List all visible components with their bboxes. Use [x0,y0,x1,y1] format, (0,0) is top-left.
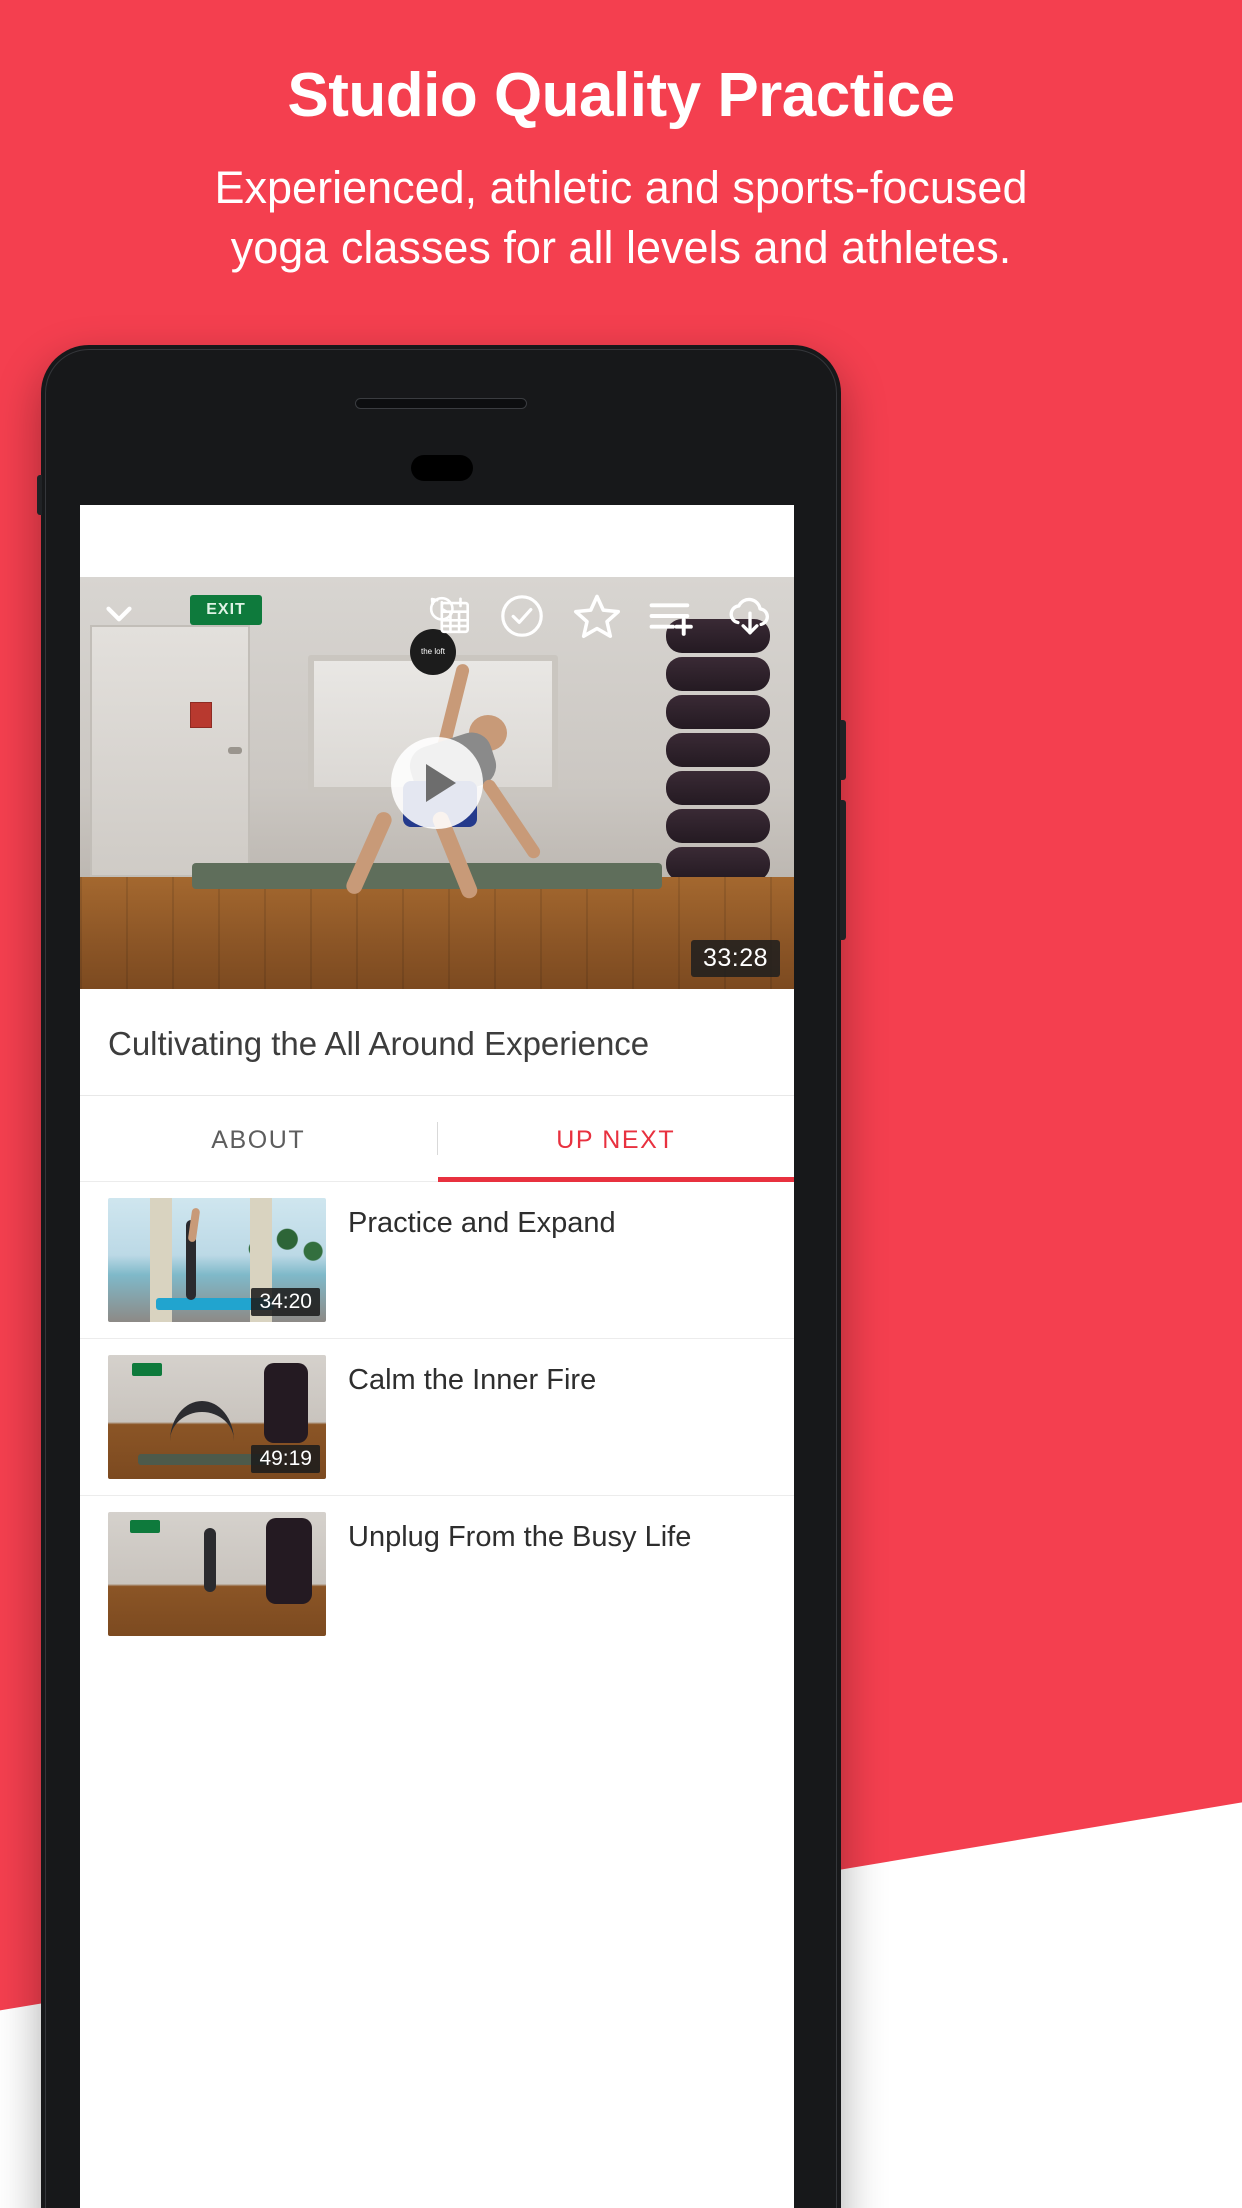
play-icon [426,764,456,802]
hero-section: Studio Quality Practice Experienced, ath… [0,0,1242,278]
phone-mockup: EXIT the loft 33:28 Cultivating the All … [37,345,846,2208]
chevron-down-icon[interactable] [98,593,140,635]
hero-subtitle-line-2: yoga classes for all levels and athletes… [230,222,1012,274]
thumbnail-duration: 49:19 [251,1445,320,1473]
video-thumbnail[interactable]: 49:19 [108,1355,326,1479]
cloud-download-icon[interactable] [724,593,776,639]
phone-earpiece [411,455,473,481]
hero-subtitle: Experienced, athletic and sports-focused… [0,158,1242,278]
phone-screen: EXIT the loft 33:28 Cultivating the All … [80,505,794,2208]
tab-up-next[interactable]: UP NEXT [437,1096,795,1182]
phone-volume-button [840,800,846,940]
figure-decor [170,1401,234,1441]
exit-sign-decor [132,1363,162,1376]
list-item[interactable]: Unplug From the Busy Life [80,1495,794,1652]
bolster-rack-decor [264,1363,308,1443]
video-thumbnail[interactable] [108,1512,326,1636]
video-player[interactable]: EXIT the loft 33:28 [80,577,794,989]
list-item[interactable]: 49:19 Calm the Inner Fire [80,1338,794,1495]
tab-about[interactable]: ABOUT [80,1096,437,1181]
phone-speaker-grille [355,398,527,409]
list-item[interactable]: 34:20 Practice and Expand [80,1182,794,1338]
tab-bar: ABOUT UP NEXT [80,1096,794,1182]
clock-calendar-icon[interactable] [426,593,472,639]
star-icon[interactable] [572,591,622,641]
player-overlay: 33:28 [80,577,794,989]
video-duration-badge: 33:28 [690,940,780,977]
play-button[interactable] [391,737,483,829]
video-thumbnail[interactable]: 34:20 [108,1198,326,1322]
figure-arm-decor [187,1207,201,1243]
up-next-list: 34:20 Practice and Expand 49:19 Calm the… [80,1182,794,1652]
phone-side-detail [37,475,42,515]
hero-title: Studio Quality Practice [287,61,955,130]
hero-subtitle-line-1: Experienced, athletic and sports-focused [214,162,1028,214]
app-status-bar [80,505,794,577]
mat-decor [138,1454,268,1465]
exit-sign-decor [130,1520,160,1533]
list-item-title: Practice and Expand [348,1207,616,1239]
add-to-playlist-icon[interactable] [648,594,698,638]
bolster-rack-decor [266,1518,312,1604]
player-toolbar [80,591,794,641]
list-item-title: Calm the Inner Fire [348,1364,597,1396]
video-title: Cultivating the All Around Experience [108,1025,650,1062]
list-item-title: Unplug From the Busy Life [348,1521,692,1553]
thumbnail-duration: 34:20 [251,1288,320,1316]
check-circle-icon[interactable] [498,592,546,640]
phone-power-button [840,720,846,780]
figure-decor [204,1528,216,1592]
video-title-block: Cultivating the All Around Experience [80,989,794,1096]
